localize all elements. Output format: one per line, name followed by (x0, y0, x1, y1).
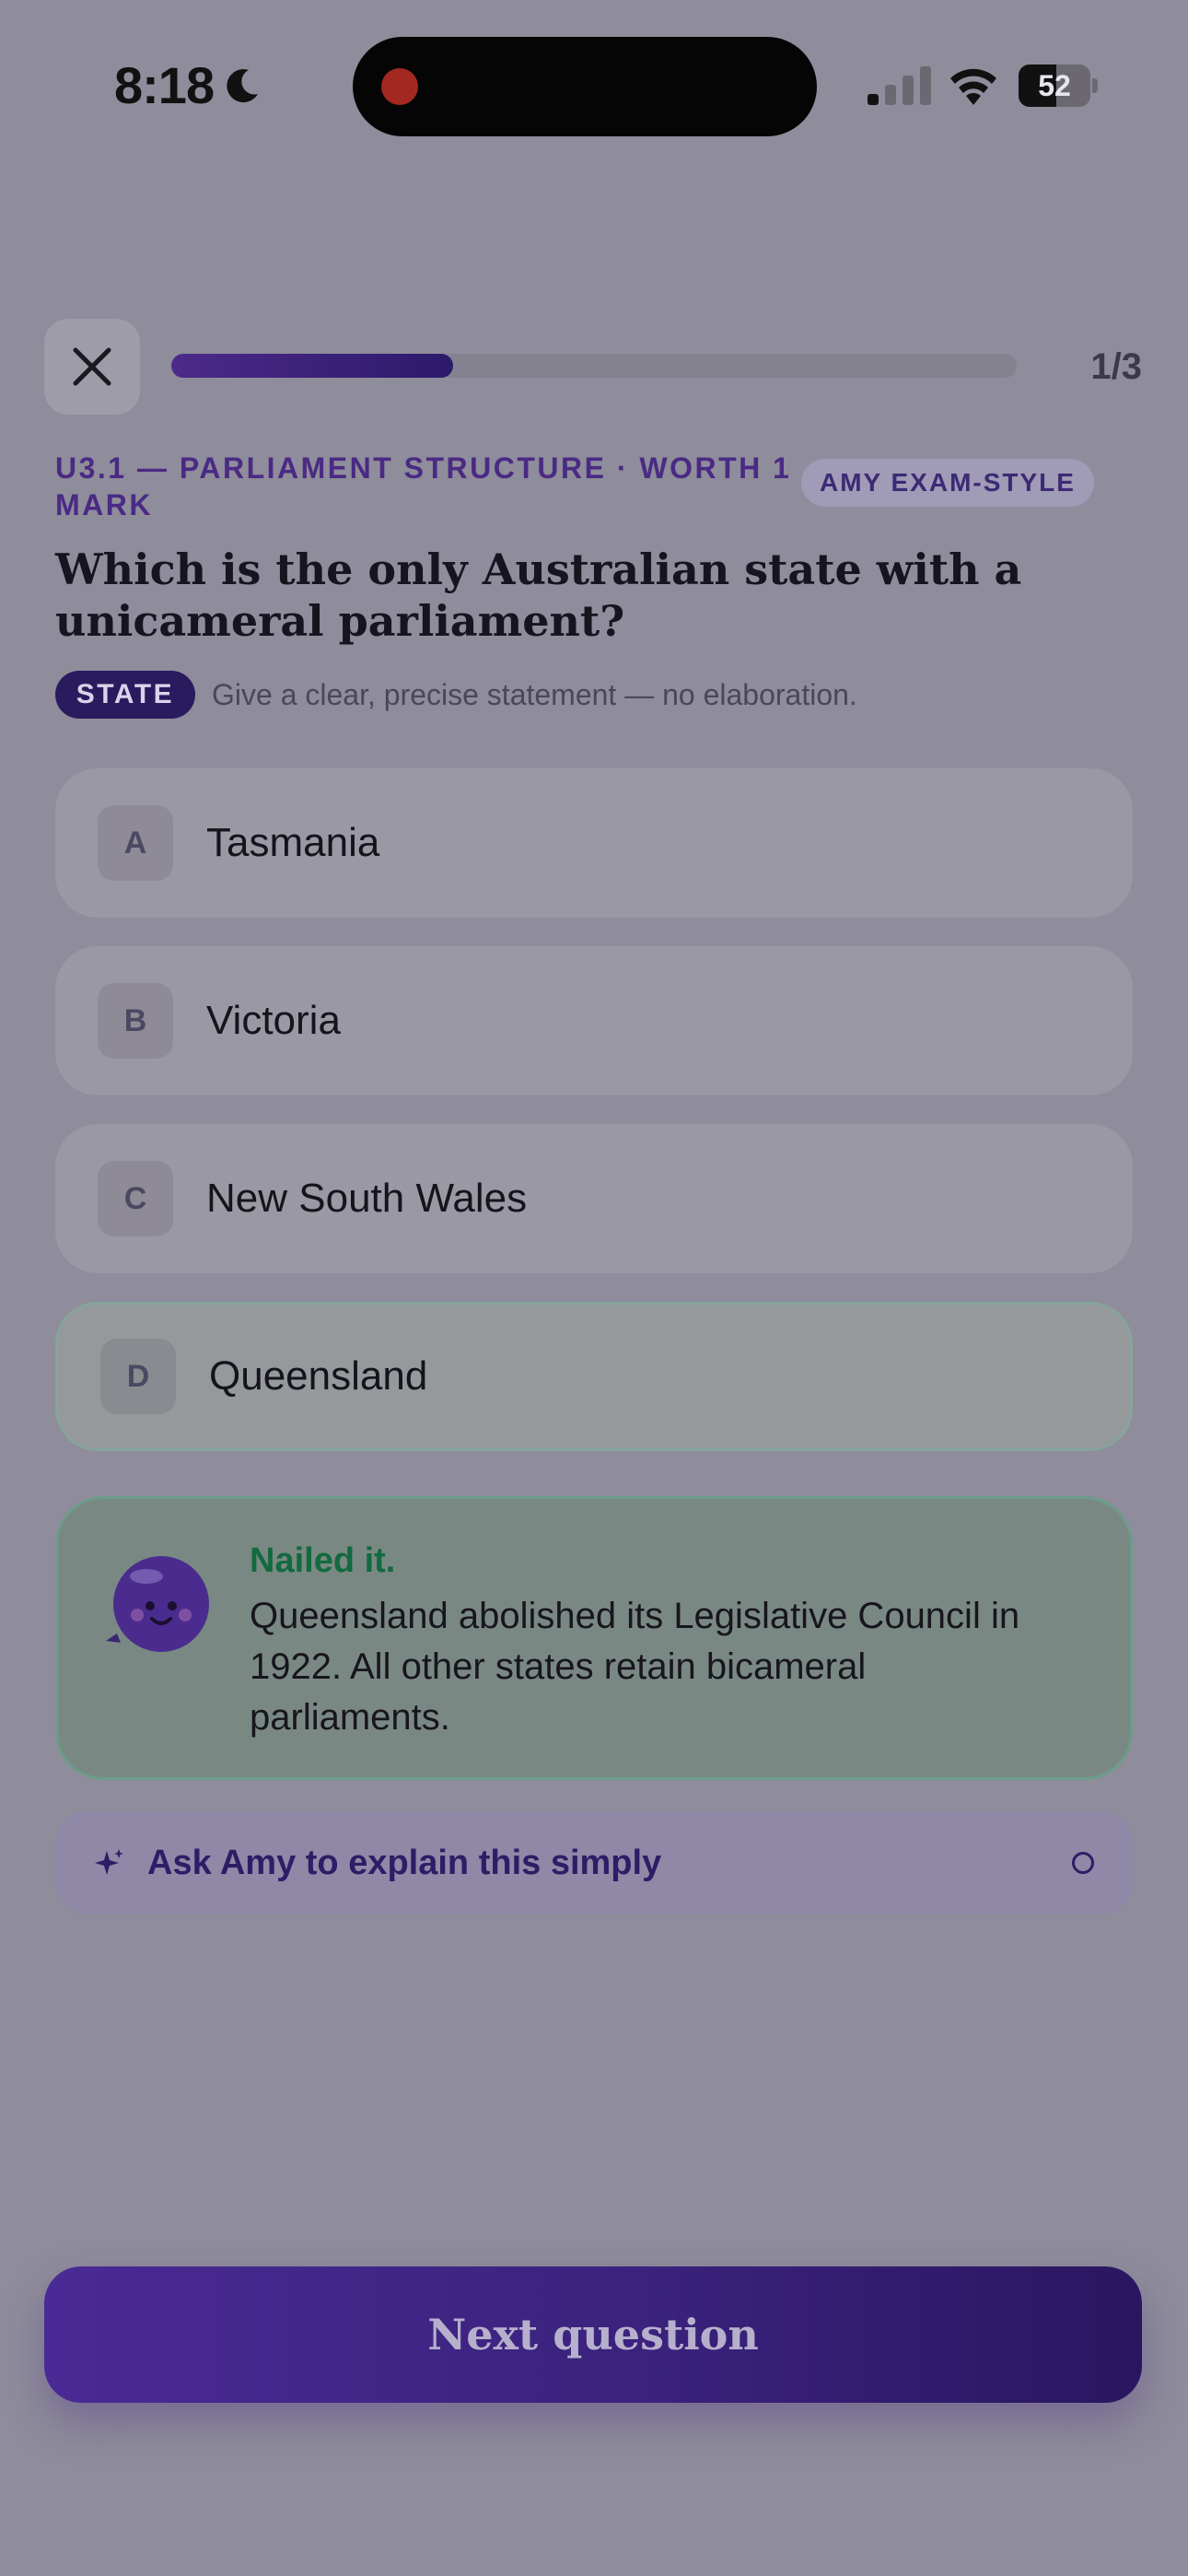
option-letter: B (98, 983, 173, 1059)
option-letter: D (100, 1339, 176, 1414)
question-meta: U3.1 — PARLIAMENT STRUCTURE · WORTH 1 MA… (55, 451, 792, 521)
battery-label: 52 (1038, 69, 1071, 102)
feedback-card: Nailed it. Queensland abolished its Legi… (55, 1496, 1133, 1780)
record-dot-icon (381, 68, 418, 105)
cellular-signal-icon (868, 66, 931, 105)
option-letter: C (98, 1161, 173, 1236)
ask-amy-label: Ask Amy to explain this simply (147, 1843, 662, 1882)
moon-icon (227, 69, 258, 103)
option-label: Victoria (206, 998, 341, 1043)
progress-count: 1/3 (1090, 346, 1142, 387)
feedback-title: Nailed it. (250, 1541, 396, 1580)
progress-fill (171, 354, 453, 378)
instruction-text: Give a clear, precise statement — no ela… (212, 678, 857, 711)
progress-bar (171, 354, 1017, 378)
wifi-icon (950, 68, 996, 105)
question-text: Which is the only Australian state with … (55, 544, 1022, 646)
status-time: 8:18 (114, 56, 215, 114)
sparkle-icon (95, 1849, 123, 1875)
feedback-body: Queensland abolished its Legislative Cou… (250, 1596, 1020, 1738)
next-question-button[interactable]: Next question (44, 2266, 1142, 2403)
option-a[interactable]: A Tasmania (55, 768, 1133, 918)
option-label: Queensland (209, 1353, 428, 1399)
command-word-badge: STATE (55, 671, 195, 719)
amy-mascot-icon (106, 1556, 209, 1652)
close-button[interactable] (44, 319, 140, 415)
close-icon (73, 347, 111, 386)
option-b[interactable]: B Victoria (55, 946, 1133, 1095)
option-c[interactable]: C New South Wales (55, 1124, 1133, 1273)
dynamic-island (353, 37, 817, 136)
option-letter: A (98, 805, 173, 881)
exam-style-badge: AMY EXAM-STYLE (801, 459, 1094, 507)
option-d[interactable]: D Queensland (55, 1302, 1133, 1451)
option-label: Tasmania (206, 820, 380, 865)
loading-circle-icon (1072, 1852, 1094, 1874)
ask-amy-button[interactable]: Ask Amy to explain this simply (55, 1811, 1133, 1914)
option-label: New South Wales (206, 1176, 528, 1221)
battery-icon: 52 (1019, 64, 1098, 107)
